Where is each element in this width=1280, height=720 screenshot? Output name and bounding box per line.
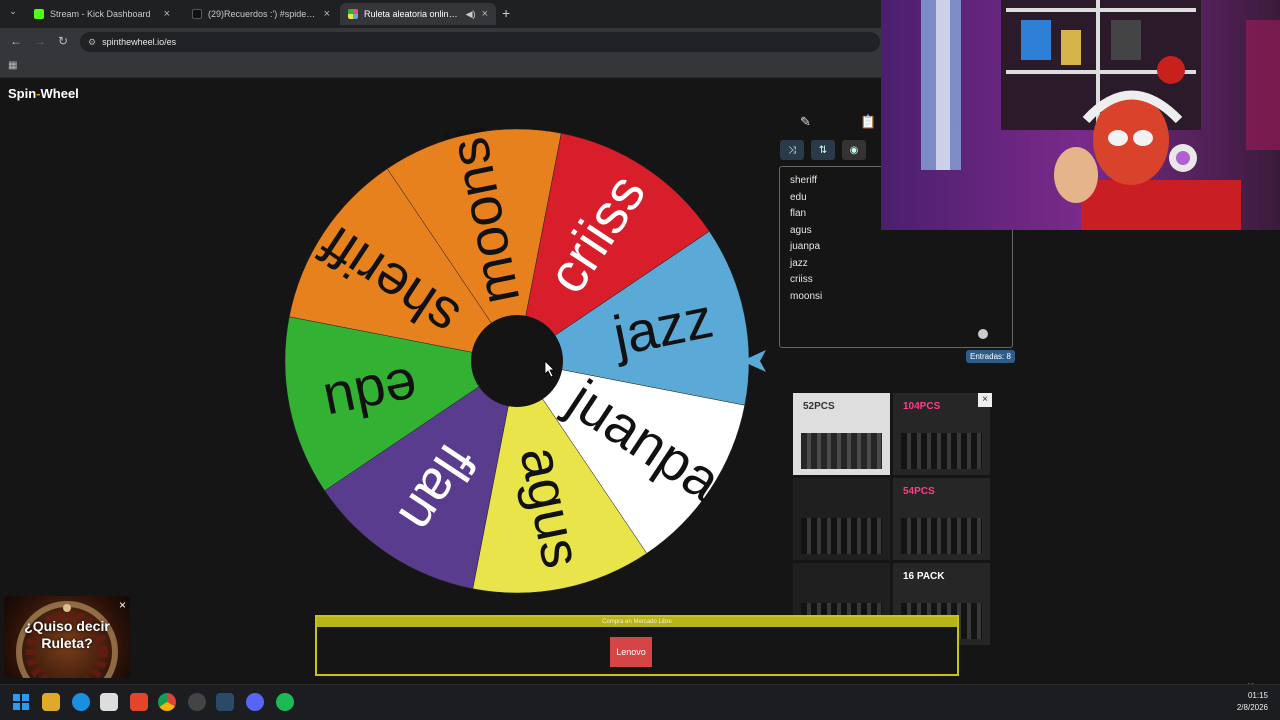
tiktok-icon [192, 9, 202, 19]
ad-tile-label: 54PCS [903, 486, 935, 497]
ad-tile-label: 52PCS [803, 401, 835, 412]
entries-count-badge: Entradas: 8 [966, 350, 1015, 363]
acoustic-foam-image [801, 518, 882, 554]
back-icon[interactable]: ← [10, 34, 22, 48]
tab-title: (29)Recuerdos :') #spiderman # [208, 9, 318, 19]
windows-start-icon[interactable] [12, 693, 30, 711]
streamer-webcam-image [881, 0, 1280, 230]
promo-close-icon[interactable]: × [119, 598, 126, 612]
store-icon[interactable] [100, 693, 118, 711]
spin-wheel-favicon [348, 9, 358, 19]
tab-title: Stream - Kick Dashboard [50, 9, 151, 19]
reload-icon[interactable]: ↻ [58, 34, 68, 48]
ad-product-tile[interactable]: 104PCS [893, 393, 990, 475]
entry-line[interactable]: moonsi [790, 289, 1002, 306]
speaker-icon[interactable]: ◀) [466, 9, 476, 20]
promo-line-2: Ruleta? [41, 635, 93, 651]
banner-header: Compra en Mercado Libre [317, 617, 957, 627]
tab-kick-dashboard[interactable]: Stream - Kick Dashboard × [26, 3, 178, 25]
close-tab-icon[interactable]: × [324, 8, 330, 20]
logo-text-wheel: Wheel [40, 86, 79, 101]
clock-time: 01:15 [1247, 691, 1268, 700]
forward-icon[interactable]: → [34, 34, 46, 48]
ad-product-tile[interactable]: 54PCS [893, 478, 990, 560]
sort-button[interactable]: ⇅ [811, 140, 835, 160]
entry-line[interactable]: jazz [790, 256, 1002, 273]
shuffle-button[interactable]: ⤨ [780, 140, 804, 160]
ad-close-button[interactable]: × [978, 393, 992, 407]
clock-date: 2/8/2026 [1236, 703, 1268, 712]
url-text: spinthewheel.io/es [102, 37, 177, 47]
ad-product-tile[interactable]: 52PCS [793, 393, 890, 475]
acoustic-foam-image [901, 433, 982, 469]
close-tab-icon[interactable]: × [482, 8, 488, 20]
roulette-promo[interactable]: × ¿Quiso decir Ruleta? [4, 596, 130, 678]
close-tab-icon[interactable]: × [164, 8, 170, 20]
new-tab-button[interactable]: + [502, 5, 510, 21]
lenovo-logo[interactable]: Lenovo [610, 637, 652, 667]
acoustic-foam-image [801, 433, 882, 469]
apps-grid-icon[interactable]: ▦ [8, 60, 17, 71]
site-info-icon[interactable]: ⚙ [88, 37, 96, 48]
ad-product-tile[interactable] [793, 478, 890, 560]
spin-wheel[interactable]: jazzjuanpaagusflanedusheriffmoonsi criiss [280, 120, 760, 598]
webcam-overlay [881, 0, 1280, 230]
brave-icon[interactable] [130, 693, 148, 711]
kick-icon [34, 9, 44, 19]
tab-ruleta[interactable]: Ruleta aleatoria online - ru ◀) × [340, 3, 496, 25]
ad-tile-label: 104PCS [903, 401, 941, 412]
logo-text-spin: Spin [8, 86, 37, 101]
tab-tiktok[interactable]: (29)Recuerdos :') #spiderman # × [184, 3, 338, 25]
entry-line[interactable]: criiss [790, 272, 1002, 289]
file-explorer-icon[interactable] [42, 693, 60, 711]
emoji-icon[interactable] [978, 329, 988, 339]
obs-icon[interactable] [188, 693, 206, 711]
discord-icon[interactable] [246, 693, 264, 711]
tab-search-icon[interactable]: ⌄ [6, 6, 20, 20]
bottom-ad-banner[interactable]: Compra en Mercado Libre Lenovo [315, 615, 959, 676]
steam-icon[interactable] [216, 693, 234, 711]
url-input[interactable]: ⚙ spinthewheel.io/es [80, 32, 880, 52]
ad-tile-label: 16 PACK [903, 571, 945, 582]
spin-wheel-logo[interactable]: Spin-Wheel [8, 86, 79, 101]
wheel-pointer-icon [742, 350, 766, 372]
windows-taskbar: 01:15 2/8/2026 [0, 684, 1280, 720]
edit-pencil-icon[interactable]: ✎ [800, 114, 811, 130]
promo-line-1: ¿Quiso decir [24, 618, 110, 634]
promo-text: ¿Quiso decir Ruleta? [4, 618, 130, 652]
entry-line[interactable]: juanpa [790, 239, 1002, 256]
spotify-icon[interactable] [276, 693, 294, 711]
extra-tool-button[interactable]: ◉ [842, 140, 866, 160]
edge-icon[interactable] [72, 693, 90, 711]
tab-title: Ruleta aleatoria online - ru [364, 9, 460, 19]
spin-wheel-container[interactable]: jazz juanpa agus flan edu sheriff moonsi criiss [280, 120, 760, 598]
chrome-icon[interactable] [158, 693, 176, 711]
acoustic-foam-image [901, 518, 982, 554]
clipboard-icon[interactable]: 📋 [860, 114, 876, 130]
system-clock[interactable]: 01:15 2/8/2026 [1237, 690, 1268, 714]
wheel-center-hub[interactable] [471, 315, 563, 407]
